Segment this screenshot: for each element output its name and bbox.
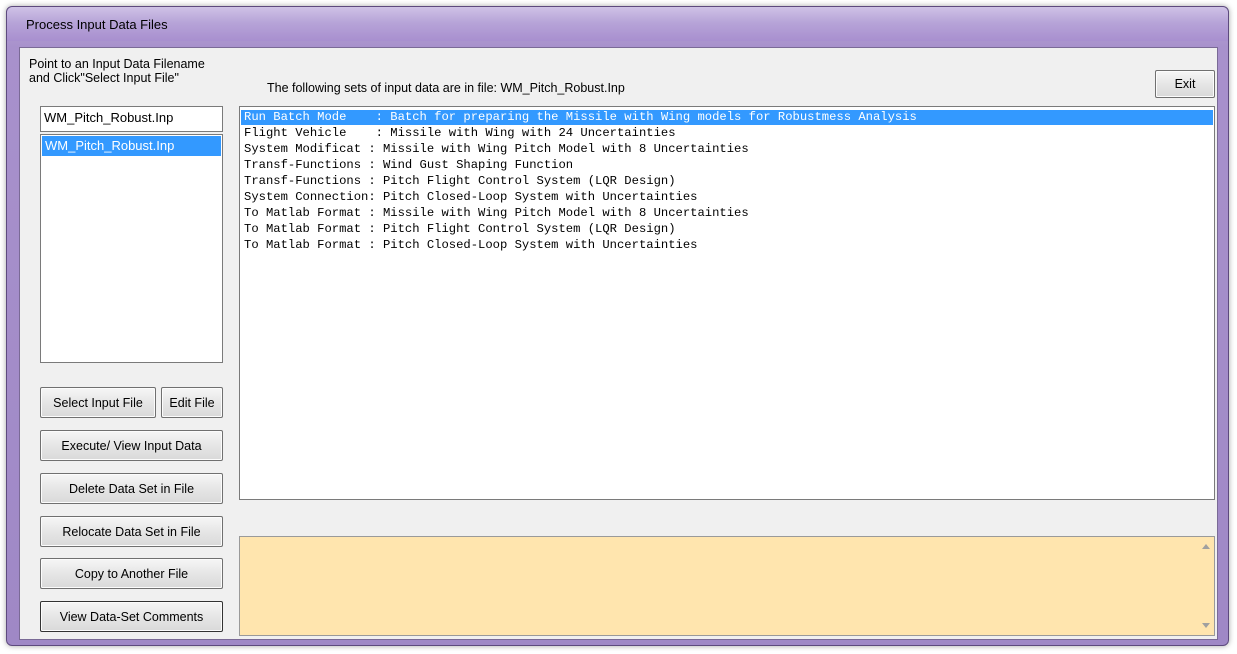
data-set-row[interactable]: To Matlab Format : Missile with Wing Pit… <box>241 206 1213 221</box>
copy-to-another-file-button[interactable]: Copy to Another File <box>40 558 223 589</box>
instructions-line-2: and Click"Select Input File" <box>29 71 179 85</box>
client-area: Point to an Input Data Filename and Click… <box>19 47 1218 640</box>
data-set-row[interactable]: System Connection: Pitch Closed-Loop Sys… <box>241 190 1213 205</box>
instructions-line-1: Point to an Input Data Filename <box>29 57 205 71</box>
comments-scrollbar[interactable] <box>1197 537 1214 635</box>
data-set-row[interactable]: Transf-Functions : Pitch Flight Control … <box>241 174 1213 189</box>
file-list-item[interactable]: WM_Pitch_Robust.Inp <box>42 136 221 156</box>
scroll-up-icon[interactable] <box>1202 544 1210 549</box>
view-comments-button[interactable]: View Data-Set Comments <box>40 601 223 632</box>
data-sets-list[interactable]: Run Batch Mode : Batch for preparing the… <box>239 106 1215 500</box>
relocate-data-set-button[interactable]: Relocate Data Set in File <box>40 516 223 547</box>
exit-button[interactable]: Exit <box>1155 70 1215 98</box>
file-list[interactable]: WM_Pitch_Robust.Inp <box>40 134 223 363</box>
scroll-down-icon[interactable] <box>1202 623 1210 628</box>
execute-view-button[interactable]: Execute/ View Input Data <box>40 430 223 461</box>
filename-field[interactable]: WM_Pitch_Robust.Inp <box>40 106 223 132</box>
comments-textarea[interactable] <box>239 536 1215 636</box>
data-set-row[interactable]: Transf-Functions : Wind Gust Shaping Fun… <box>241 158 1213 173</box>
data-set-row[interactable]: System Modificat : Missile with Wing Pit… <box>241 142 1213 157</box>
window-title: Process Input Data Files <box>26 17 168 32</box>
data-set-row[interactable]: Run Batch Mode : Batch for preparing the… <box>241 110 1213 125</box>
data-set-row[interactable]: To Matlab Format : Pitch Closed-Loop Sys… <box>241 238 1213 253</box>
title-bar[interactable]: Process Input Data Files <box>7 7 1228 41</box>
data-set-row[interactable]: Flight Vehicle : Missile with Wing with … <box>241 126 1213 141</box>
main-window: Process Input Data Files Point to an Inp… <box>6 6 1229 646</box>
edit-file-button[interactable]: Edit File <box>161 387 223 418</box>
data-set-row[interactable]: To Matlab Format : Pitch Flight Control … <box>241 222 1213 237</box>
delete-data-set-button[interactable]: Delete Data Set in File <box>40 473 223 504</box>
data-sets-header: The following sets of input data are in … <box>267 81 625 95</box>
select-input-file-button[interactable]: Select Input File <box>40 387 156 418</box>
instructions-label: Point to an Input Data Filename and Click… <box>29 57 205 85</box>
